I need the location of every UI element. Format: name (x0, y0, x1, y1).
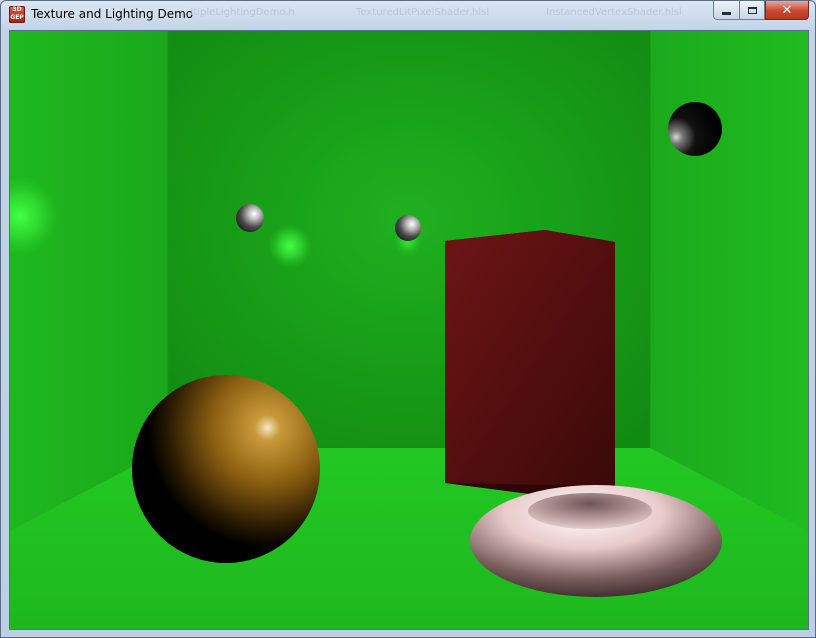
title-bar[interactable]: 3D GEP Texture and Lighting Demo ...ltip… (1, 1, 815, 29)
background-tab: InstancedVertexShader.hlsl (546, 7, 682, 18)
render-viewport[interactable] (9, 30, 809, 630)
background-tab: TexturedLitPixelShader.hlsl (356, 7, 490, 18)
small-sphere (395, 215, 421, 241)
app-window: 3D GEP Texture and Lighting Demo ...ltip… (0, 0, 816, 638)
gold-sphere (132, 375, 320, 563)
red-box-face (445, 230, 615, 486)
caption-buttons: ✕ (713, 1, 809, 21)
minimize-button[interactable] (713, 1, 739, 20)
point-light (268, 224, 312, 268)
maximize-icon (747, 6, 757, 14)
3d-scene (10, 31, 808, 629)
dark-sphere (668, 102, 722, 156)
torus-hole (528, 493, 652, 529)
close-button[interactable]: ✕ (765, 1, 809, 20)
background-tab: ...ltipleLightingDemo.h (181, 7, 295, 18)
right-wall (650, 31, 808, 531)
maximize-button[interactable] (739, 1, 765, 20)
background-tabs: ...ltipleLightingDemo.h TexturedLitPixel… (1, 7, 701, 23)
small-sphere (236, 204, 264, 232)
minimize-icon (722, 11, 731, 15)
close-icon: ✕ (781, 2, 793, 18)
